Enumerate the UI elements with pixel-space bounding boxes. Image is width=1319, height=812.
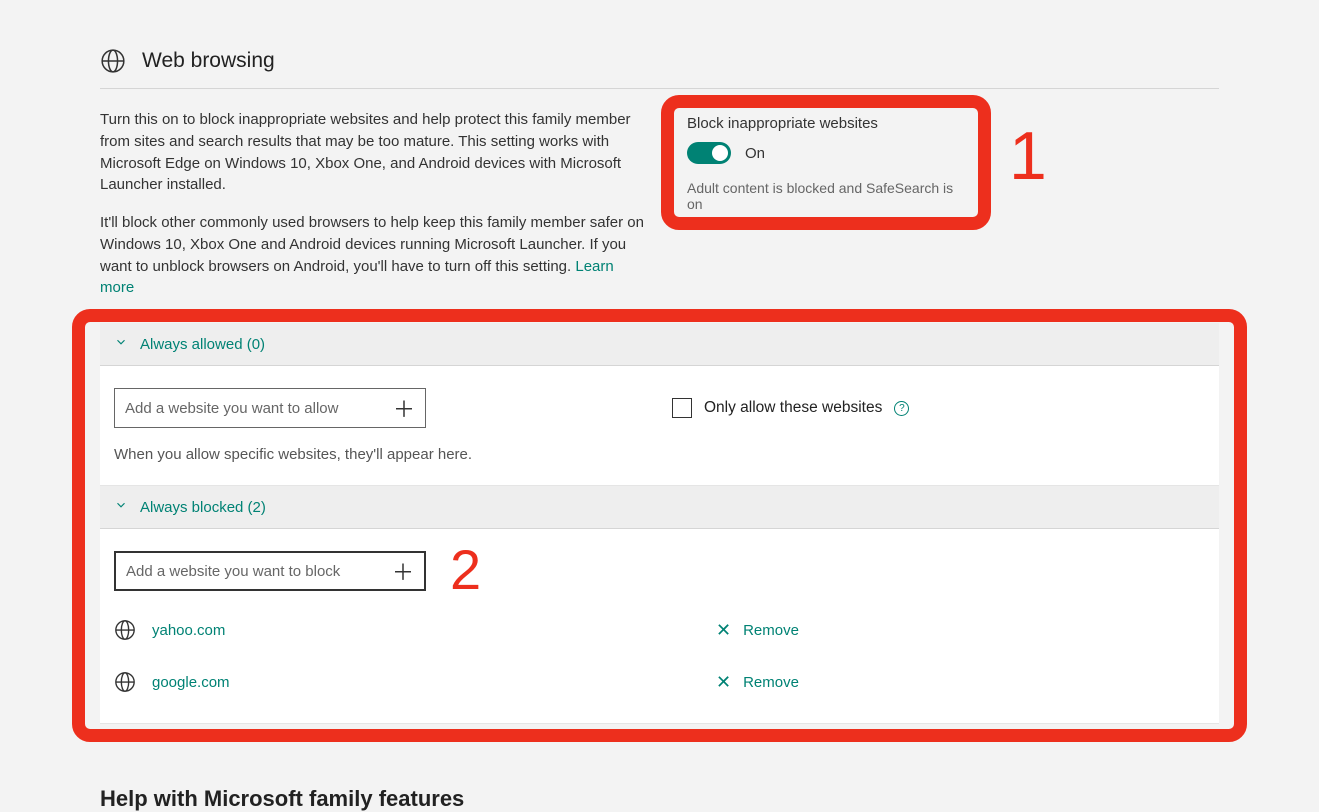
only-allow-label: Only allow these websites (704, 399, 882, 417)
blocked-site-row: google.com ✕ Remove (114, 663, 1205, 701)
callout-number-2: 2 (450, 537, 481, 602)
help-heading: Help with Microsoft family features (100, 786, 1219, 812)
always-allowed-label: Always allowed (0) (140, 336, 265, 353)
globe-icon (114, 619, 138, 641)
blocked-site-link[interactable]: google.com (152, 674, 230, 691)
intro-paragraph-1: Turn this on to block inappropriate webs… (100, 109, 645, 196)
chevron-down-icon (114, 498, 128, 516)
allowed-hint: When you allow specific websites, they'l… (114, 446, 1205, 463)
remove-site-button[interactable]: Remove (743, 622, 799, 639)
close-icon: ✕ (716, 620, 731, 641)
intro-text: Turn this on to block inappropriate webs… (100, 109, 645, 315)
add-blocked-placeholder: Add a website you want to block (126, 563, 340, 580)
blocked-site-row: yahoo.com ✕ Remove (114, 611, 1205, 649)
always-blocked-header[interactable]: Always blocked (2) (100, 486, 1219, 529)
add-blocked-website-input[interactable]: Add a website you want to block ＋ (114, 551, 426, 591)
add-allowed-placeholder: Add a website you want to allow (125, 400, 338, 417)
always-blocked-label: Always blocked (2) (140, 499, 266, 516)
always-allowed-body: Add a website you want to allow ＋ Only a… (100, 366, 1219, 486)
callout-number-1: 1 (1009, 117, 1047, 195)
plus-icon: ＋ (393, 392, 415, 424)
block-websites-toggle[interactable] (687, 142, 731, 164)
globe-icon (114, 671, 138, 693)
web-browsing-header: Web browsing (100, 0, 1219, 89)
chevron-down-icon (114, 335, 128, 353)
intro-paragraph-2: It'll block other commonly used browsers… (100, 212, 645, 299)
section-title: Web browsing (142, 49, 275, 73)
plus-icon: ＋ (392, 555, 414, 587)
always-allowed-header[interactable]: Always allowed (0) (100, 323, 1219, 366)
remove-site-button[interactable]: Remove (743, 674, 799, 691)
only-allow-checkbox[interactable] (672, 398, 692, 418)
always-blocked-body: Add a website you want to block ＋ yahoo.… (100, 529, 1219, 724)
globe-icon (100, 48, 126, 74)
add-allowed-website-input[interactable]: Add a website you want to allow ＋ (114, 388, 426, 428)
help-icon[interactable]: ? (894, 401, 909, 416)
close-icon: ✕ (716, 672, 731, 693)
blocked-site-link[interactable]: yahoo.com (152, 622, 225, 639)
